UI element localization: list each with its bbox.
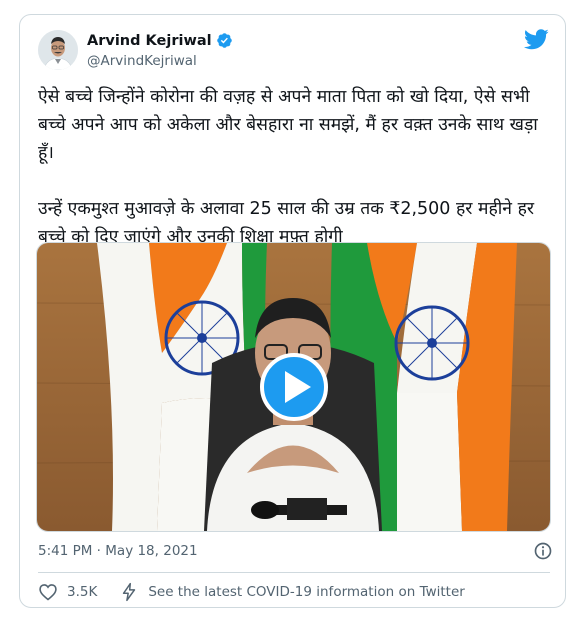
divider bbox=[38, 572, 550, 573]
like-count: 3.5K bbox=[67, 584, 98, 600]
author-handle[interactable]: @ArvindKejriwal bbox=[87, 53, 197, 69]
tweet-timestamp[interactable]: 5:41 PM · May 18, 2021 bbox=[38, 543, 198, 559]
video-thumbnail[interactable] bbox=[37, 243, 550, 531]
like-button[interactable]: 3.5K bbox=[38, 582, 97, 602]
avatar[interactable] bbox=[38, 30, 78, 70]
verified-badge-icon bbox=[216, 33, 232, 48]
covid-info-link[interactable]: See the latest COVID-19 information on T… bbox=[119, 582, 465, 602]
author-name-row[interactable]: Arvind Kejriwal bbox=[87, 32, 233, 49]
lightning-icon bbox=[123, 582, 136, 602]
covid-info-text: See the latest COVID-19 information on T… bbox=[148, 584, 465, 600]
tweet-text: ऐसे बच्चे जिन्होंने कोरोना की वज़ह से अप… bbox=[38, 87, 538, 247]
heart-icon bbox=[39, 584, 57, 601]
tweet-meta: 5:41 PM · May 18, 2021 bbox=[38, 541, 553, 563]
play-icon[interactable] bbox=[260, 353, 328, 421]
video-player[interactable] bbox=[36, 242, 551, 532]
tweet-card: Arvind Kejriwal @ArvindKejriwal ऐसे बच्च… bbox=[19, 14, 566, 608]
twitter-bird-icon[interactable] bbox=[524, 29, 549, 50]
tweet-actions: 3.5K See the latest COVID-19 information… bbox=[38, 581, 465, 603]
info-icon[interactable] bbox=[533, 541, 553, 561]
author-name[interactable]: Arvind Kejriwal bbox=[87, 33, 212, 49]
